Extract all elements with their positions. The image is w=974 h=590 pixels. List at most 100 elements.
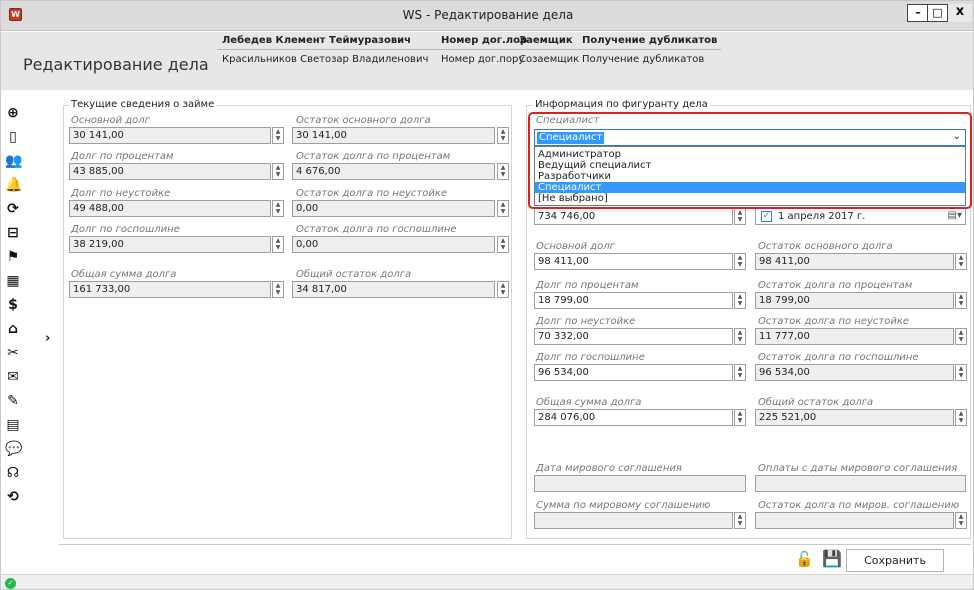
field-label: Долг по госпошлине: [536, 352, 645, 363]
amount-field[interactable]: 96 534,00: [755, 364, 954, 381]
amount-spinner[interactable]: ▲ ▼: [955, 253, 967, 270]
amount-spinner[interactable]: ▲ ▼: [734, 208, 746, 225]
amount-spinner[interactable]: ▲ ▼: [955, 292, 967, 309]
users-icon[interactable]: 👥: [5, 153, 22, 169]
date-picker[interactable]: ✓ 1 апреля 2017 г. ▤▾: [755, 208, 966, 225]
amount-field[interactable]: 225 521,00: [755, 409, 954, 426]
amount-spinner[interactable]: ▲ ▼: [272, 200, 284, 217]
participant-name[interactable]: Красильников Светозар Владиленович: [222, 54, 428, 65]
amount-spinner[interactable]: ▲ ▼: [272, 127, 284, 144]
settlement-rest-field[interactable]: [755, 512, 954, 529]
dropdown-option[interactable]: Ведущий специалист: [535, 160, 965, 171]
amount-spinner[interactable]: ▲ ▼: [497, 200, 509, 217]
amount-field[interactable]: 4 676,00: [292, 163, 495, 180]
specialist-dropdown-list: Администратор Ведущий специалист Разработч…: [534, 146, 966, 206]
amount-field[interactable]: 161 733,00: [69, 281, 271, 298]
amount-spinner[interactable]: ▲ ▼: [955, 328, 967, 345]
person-sound-icon[interactable]: ☊: [5, 465, 21, 481]
tools-icon[interactable]: ✂: [5, 345, 21, 361]
settlement-date-field[interactable]: [534, 475, 746, 492]
amount-spinner[interactable]: ▲ ▼: [272, 281, 284, 298]
specialist-select[interactable]: Специалист ⌄: [534, 129, 966, 146]
field-label: Остаток основного долга: [758, 241, 893, 252]
amount-field[interactable]: 98 411,00: [534, 253, 733, 270]
field-label: Остаток основного долга: [296, 115, 431, 126]
doc-refresh-icon[interactable]: ⟳: [5, 201, 21, 217]
unlock-icon[interactable]: 🔓: [795, 550, 814, 568]
minimize-button[interactable]: –: [907, 4, 928, 22]
dropdown-option[interactable]: Администратор: [535, 149, 965, 160]
amount-field[interactable]: 30 141,00: [69, 127, 271, 144]
amount-spinner[interactable]: ▲ ▼: [497, 281, 509, 298]
dropdown-option[interactable]: Специалист: [535, 182, 965, 193]
amount-spinner[interactable]: ▲ ▼: [734, 328, 746, 345]
expand-panel-chevron-icon[interactable]: ›: [45, 331, 50, 346]
field-label: Основной долг: [536, 241, 615, 252]
amount-field[interactable]: 18 799,00: [755, 292, 954, 309]
amount-field[interactable]: 70 332,00: [534, 328, 733, 345]
field-label: Остаток долга по процентам: [296, 151, 451, 162]
chat-icon[interactable]: 💬: [5, 441, 22, 457]
amount-spinner[interactable]: ▲ ▼: [955, 409, 967, 426]
amount-field[interactable]: 11 777,00: [755, 328, 954, 345]
amount-spinner[interactable]: ▲ ▼: [955, 364, 967, 381]
doc-plus-icon[interactable]: ⊕: [5, 105, 21, 121]
amount-spinner[interactable]: ▲ ▼: [497, 127, 509, 144]
amount-field[interactable]: 284 076,00: [534, 409, 733, 426]
participant-role[interactable]: Созаемщик: [519, 54, 579, 65]
amount-field[interactable]: 38 219,00: [69, 236, 271, 253]
amount-field[interactable]: 43 885,00: [69, 163, 271, 180]
settlement-sum-field[interactable]: [534, 512, 733, 529]
doc-lines-icon[interactable]: ▤: [5, 417, 21, 433]
dropdown-option[interactable]: Разработчики: [535, 171, 965, 182]
person-flag-icon[interactable]: ⚑: [5, 249, 21, 265]
field-label: Остаток долга по госпошлине: [296, 224, 457, 235]
doc-icon[interactable]: ▯: [5, 129, 21, 145]
house-search-icon[interactable]: ⌂: [5, 321, 21, 337]
amount-field[interactable]: 49 488,00: [69, 200, 271, 217]
maximize-button[interactable]: □: [927, 4, 948, 22]
doc-edit-icon[interactable]: ✎: [5, 393, 21, 409]
field-label: Остаток долга по неустойке: [758, 316, 910, 327]
bell-icon[interactable]: 🔔: [5, 177, 22, 193]
amount-spinner[interactable]: ▲ ▼: [272, 236, 284, 253]
amount-spinner[interactable]: ▲ ▼: [272, 163, 284, 180]
amount-field[interactable]: 18 799,00: [534, 292, 733, 309]
amount-spinner[interactable]: ▲ ▼: [497, 163, 509, 180]
amount-field[interactable]: 34 817,00: [292, 281, 495, 298]
amount-field[interactable]: 98 411,00: [755, 253, 954, 270]
settlement-payments-field[interactable]: [755, 475, 966, 492]
calendar-dropdown-icon[interactable]: ▤▾: [948, 210, 962, 221]
calendar-icon[interactable]: ▦: [5, 273, 21, 289]
save-button[interactable]: Сохранить: [846, 549, 944, 572]
amount-spinner[interactable]: ▲ ▼: [734, 253, 746, 270]
date-checkbox[interactable]: ✓: [761, 211, 772, 222]
sidebar: ⊕ ▯ 👥 🔔 ⟳ ⊟ ⚑ ▦ $ ⌂ ✂ ✉ ✎ ▤ 💬 ☊ ⟲: [1, 97, 25, 557]
save-disk-icon[interactable]: 💾: [822, 549, 842, 568]
dropdown-option[interactable]: [Не выбрано]: [535, 193, 965, 204]
amount-spinner[interactable]: ▲ ▼: [734, 292, 746, 309]
dollar-icon[interactable]: $: [5, 297, 21, 313]
history-icon[interactable]: ⟲: [5, 489, 21, 505]
field-label: Общий остаток долга: [758, 397, 874, 408]
doc-bag-icon[interactable]: ⊟: [5, 225, 21, 241]
chevron-down-icon[interactable]: ⌄: [953, 131, 961, 142]
field-label: Основной долг: [71, 115, 150, 126]
mail-icon[interactable]: ✉: [5, 369, 21, 385]
case-header: Редактирование дела Лебедев Клемент Тейм…: [1, 32, 973, 90]
loan-info-title: Текущие сведения о займе: [69, 99, 217, 110]
participant-action[interactable]: Получение дубликатов: [582, 54, 704, 65]
amount-spinner[interactable]: ▲ ▼: [734, 364, 746, 381]
amount-field[interactable]: 30 141,00: [292, 127, 495, 144]
amount-field[interactable]: 96 534,00: [534, 364, 733, 381]
amount-field[interactable]: 734 746,00: [534, 208, 733, 225]
amount-spinner[interactable]: ▲ ▼: [734, 409, 746, 426]
amount-field[interactable]: 0,00: [292, 236, 495, 253]
amount-field[interactable]: 0,00: [292, 200, 495, 217]
settlement-rest-spinner[interactable]: ▲ ▼: [955, 512, 967, 529]
date-value: 1 апреля 2017 г.: [778, 211, 866, 222]
close-button[interactable]: x: [948, 4, 972, 22]
amount-spinner[interactable]: ▲ ▼: [497, 236, 509, 253]
participant-contract[interactable]: Номер дог.пору: [441, 54, 524, 65]
settlement-sum-spinner[interactable]: ▲ ▼: [734, 512, 746, 529]
